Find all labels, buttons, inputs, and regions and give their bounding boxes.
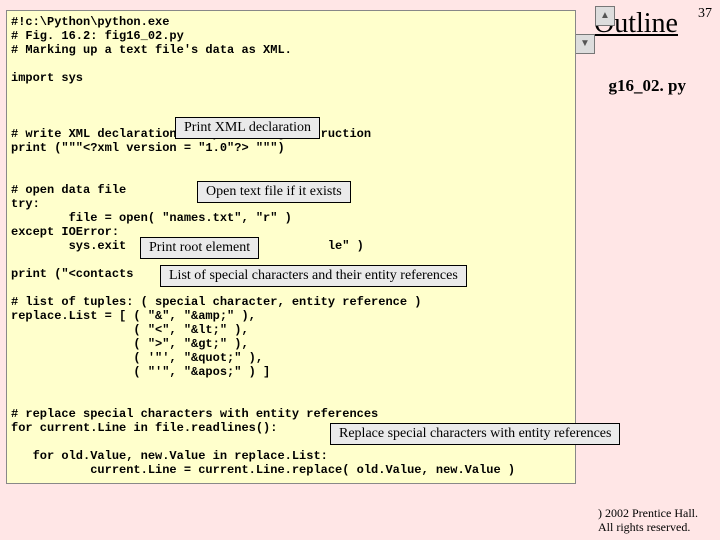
code-line: except IOError:	[11, 225, 119, 239]
code-line: for old.Value, new.Value in replace.List…	[11, 449, 328, 463]
code-line: for current.Line in file.readlines():	[11, 421, 277, 435]
code-line: ( ">", "&gt;" ),	[11, 337, 249, 351]
code-line: try:	[11, 197, 40, 211]
code-line: import sys	[11, 71, 83, 85]
code-block: #!c:\Python\python.exe # Fig. 16.2: fig1…	[6, 10, 576, 484]
code-line: #!c:\Python\python.exe	[11, 15, 169, 29]
callout-list-special-chars: List of special characters and their ent…	[160, 265, 467, 287]
code-line: # open data file	[11, 183, 126, 197]
page-number: 37	[698, 6, 712, 22]
code-line: file = open( "names.txt", "r" )	[11, 211, 292, 225]
callout-open-text-file: Open text file if it exists	[197, 181, 351, 203]
code-line: ( "'", "&apos;" ) ]	[11, 365, 270, 379]
code-line: print ("<contacts	[11, 267, 133, 281]
nav-up-icon[interactable]: ▲	[595, 6, 615, 26]
callout-replace-special-chars: Replace special characters with entity r…	[330, 423, 620, 445]
footer-line-2: All rights reserved.	[598, 520, 698, 534]
code-line: # list of tuples: ( special character, e…	[11, 295, 421, 309]
outline-filename: g16_02. py	[609, 76, 686, 96]
code-line: replace.List = [ ( "&", "&amp;" ),	[11, 309, 256, 323]
code-line: # Marking up a text file's data as XML.	[11, 43, 292, 57]
callout-print-root-element: Print root element	[140, 237, 259, 259]
code-line: # replace special characters with entity…	[11, 407, 378, 421]
code-line: current.Line = current.Line.replace( old…	[11, 463, 515, 477]
copyright-footer: ) 2002 Prentice Hall. All rights reserve…	[598, 506, 698, 534]
code-line: ( '"', "&quot;" ),	[11, 351, 263, 365]
nav-down-icon[interactable]: ▼	[575, 34, 595, 54]
code-line: # Fig. 16.2: fig16_02.py	[11, 29, 184, 43]
code-line: ( "<", "&lt;" ),	[11, 323, 249, 337]
footer-line-1: ) 2002 Prentice Hall.	[598, 506, 698, 520]
callout-print-xml-declaration: Print XML declaration	[175, 117, 320, 139]
code-line: print ("""<?xml version = "1.0"?> """)	[11, 141, 285, 155]
